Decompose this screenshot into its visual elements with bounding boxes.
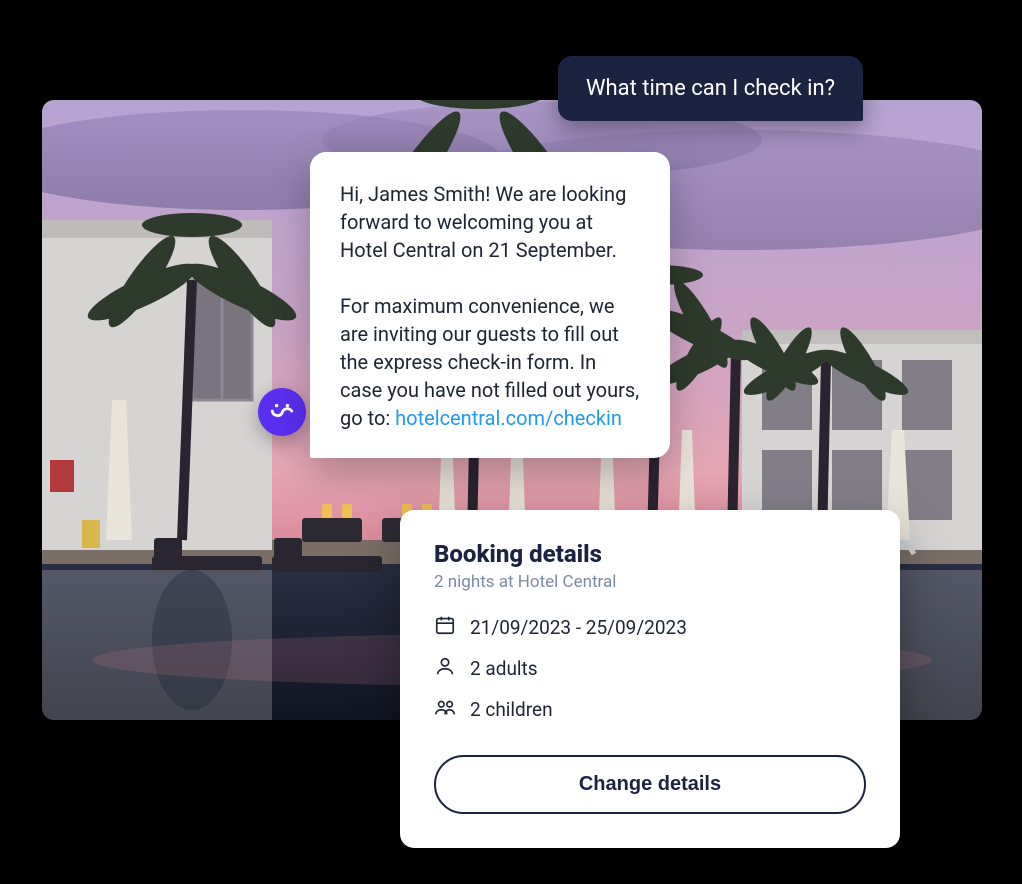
booking-adults-row: 2 adults <box>434 655 866 682</box>
booking-title: Booking details <box>434 540 866 568</box>
assistant-message-card: Hi, James Smith! We are looking forward … <box>310 152 670 458</box>
calendar-icon <box>434 614 456 641</box>
people-icon <box>434 696 456 723</box>
change-details-button[interactable]: Change details <box>434 755 866 814</box>
booking-adults: 2 adults <box>470 657 538 680</box>
person-icon <box>434 655 456 682</box>
booking-children-row: 2 children <box>434 696 866 723</box>
booking-dates: 21/09/2023 - 25/09/2023 <box>470 616 687 639</box>
booking-dates-row: 21/09/2023 - 25/09/2023 <box>434 614 866 641</box>
booking-children: 2 children <box>470 698 553 721</box>
assistant-logo-icon <box>269 397 295 427</box>
user-message-bubble: What time can I check in? <box>558 56 863 121</box>
checkin-link[interactable]: hotelcentral.com/checkin <box>395 406 622 430</box>
booking-details-card: Booking details 2 nights at Hotel Centra… <box>400 510 900 848</box>
assistant-avatar <box>258 388 306 436</box>
assistant-body: For maximum convenience, we are inviting… <box>340 292 640 432</box>
user-message-text: What time can I check in? <box>586 76 835 101</box>
assistant-greeting: Hi, James Smith! We are looking forward … <box>340 180 640 264</box>
booking-subtitle: 2 nights at Hotel Central <box>434 572 866 592</box>
